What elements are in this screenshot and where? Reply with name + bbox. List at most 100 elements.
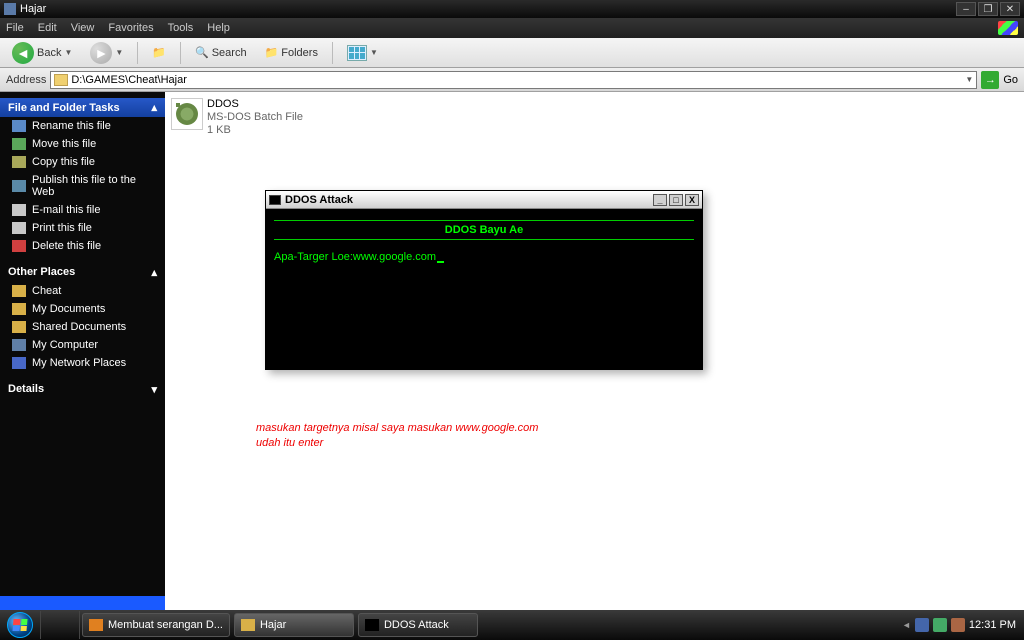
place-item[interactable]: My Documents <box>0 300 165 318</box>
menu-view[interactable]: View <box>71 22 95 34</box>
expand-icon: ▾ <box>151 383 157 396</box>
chevron-down-icon: ▼ <box>115 48 123 57</box>
task-label: Rename this file <box>32 120 111 132</box>
place-item[interactable]: My Computer <box>0 336 165 354</box>
place-item[interactable]: Cheat <box>0 282 165 300</box>
address-label: Address <box>6 74 46 86</box>
tasks-header[interactable]: File and Folder Tasks ▴ <box>0 98 165 117</box>
cmd-body[interactable]: DDOS Bayu Ae Apa-Targer Loe:www.google.c… <box>266 209 702 369</box>
place-icon <box>12 285 26 297</box>
separator <box>137 42 138 64</box>
task-item[interactable]: Print this file <box>0 219 165 237</box>
tray-icon[interactable] <box>951 618 965 632</box>
up-button[interactable]: 📁 <box>146 44 172 61</box>
task-item[interactable]: Copy this file <box>0 153 165 171</box>
menu-edit[interactable]: Edit <box>38 22 57 34</box>
places-header[interactable]: Other Places ▴ <box>0 263 165 282</box>
tray-icon[interactable] <box>915 618 929 632</box>
window-titlebar: Hajar – ❐ ✕ <box>0 0 1024 18</box>
address-box[interactable]: ▼ <box>50 71 977 89</box>
chevron-down-icon: ▼ <box>64 48 72 57</box>
close-button[interactable]: ✕ <box>1000 2 1020 16</box>
collapse-icon: ▴ <box>151 266 157 279</box>
annotation-text: masukan targetnya misal saya masukan www… <box>256 421 538 451</box>
tray-expand-icon[interactable]: ◄ <box>902 620 911 630</box>
task-icon <box>12 180 26 192</box>
cmd-titlebar[interactable]: DDOS Attack _ □ X <box>266 191 702 209</box>
task-item[interactable]: Rename this file <box>0 117 165 135</box>
back-button[interactable]: ◄ Back ▼ <box>6 40 78 66</box>
place-icon <box>12 357 26 369</box>
menu-help[interactable]: Help <box>207 22 230 34</box>
place-label: Cheat <box>32 285 61 297</box>
toolbar: ◄ Back ▼ ► ▼ 📁 🔍Search 📁Folders ▼ <box>0 38 1024 68</box>
minimize-button[interactable]: – <box>956 2 976 16</box>
cmd-maximize-button[interactable]: □ <box>669 194 683 206</box>
task-item[interactable]: Publish this file to the Web <box>0 171 165 201</box>
search-button[interactable]: 🔍Search <box>189 44 253 61</box>
start-button[interactable] <box>0 610 40 640</box>
place-icon <box>12 303 26 315</box>
taskbar-item[interactable]: Membuat serangan D... <box>82 613 230 637</box>
batch-file-icon <box>171 98 203 130</box>
cmd-banner: DDOS Bayu Ae <box>274 224 694 236</box>
place-label: Shared Documents <box>32 321 126 333</box>
place-icon <box>12 321 26 333</box>
back-arrow-icon: ◄ <box>12 42 34 64</box>
collapse-icon: ▴ <box>151 101 157 114</box>
task-icon <box>12 222 26 234</box>
task-icon <box>12 120 26 132</box>
file-type: MS-DOS Batch File <box>207 111 303 124</box>
go-button[interactable]: → <box>981 71 999 89</box>
views-button[interactable]: ▼ <box>341 43 384 63</box>
annotation-line1: masukan targetnya misal saya masukan www… <box>256 421 538 436</box>
details-header[interactable]: Details▾ <box>0 380 165 399</box>
file-size: 1 KB <box>207 124 303 137</box>
cmd-minimize-button[interactable]: _ <box>653 194 667 206</box>
cmd-title: DDOS Attack <box>285 194 649 206</box>
taskbar-item[interactable]: Hajar <box>234 613 354 637</box>
place-item[interactable]: Shared Documents <box>0 318 165 336</box>
task-item[interactable]: Delete this file <box>0 237 165 255</box>
tray-icon[interactable] <box>933 618 947 632</box>
task-app-icon <box>365 619 379 631</box>
cmd-close-button[interactable]: X <box>685 194 699 206</box>
cmd-divider <box>274 220 694 221</box>
menu-file[interactable]: File <box>6 22 24 34</box>
forward-button[interactable]: ► ▼ <box>84 40 129 66</box>
task-icon <box>12 204 26 216</box>
windows-flag-icon <box>998 21 1018 35</box>
file-item[interactable]: DDOS MS-DOS Batch File 1 KB <box>169 96 369 139</box>
task-item[interactable]: E-mail this file <box>0 201 165 219</box>
maximize-button[interactable]: ❐ <box>978 2 998 16</box>
task-icon <box>12 138 26 150</box>
chevron-down-icon: ▼ <box>370 48 378 57</box>
place-icon <box>12 339 26 351</box>
place-label: My Documents <box>32 303 105 315</box>
task-label: Membuat serangan D... <box>108 619 223 631</box>
task-label: Print this file <box>32 222 92 234</box>
place-item[interactable]: My Network Places <box>0 354 165 372</box>
places-header-label: Other Places <box>8 266 75 279</box>
sidebar-accent <box>0 596 165 610</box>
taskbar: Membuat serangan D...HajarDDOS Attack ◄ … <box>0 610 1024 640</box>
task-icon <box>12 156 26 168</box>
chevron-down-icon[interactable]: ▼ <box>965 75 973 84</box>
menu-tools[interactable]: Tools <box>168 22 194 34</box>
menu-favorites[interactable]: Favorites <box>108 22 153 34</box>
folders-button[interactable]: 📁Folders <box>259 44 324 61</box>
file-text: DDOS MS-DOS Batch File 1 KB <box>207 98 303 137</box>
quick-launch[interactable] <box>40 611 80 639</box>
tasks-header-label: File and Folder Tasks <box>8 102 120 114</box>
task-app-icon <box>241 619 255 631</box>
address-input[interactable] <box>71 74 962 86</box>
cmd-divider <box>274 239 694 240</box>
clock[interactable]: 12:31 PM <box>969 619 1016 631</box>
folder-up-icon: 📁 <box>152 46 166 59</box>
menu-bar: File Edit View Favorites Tools Help <box>0 18 1024 38</box>
window-controls: – ❐ ✕ <box>956 2 1020 16</box>
folder-icon <box>4 3 16 15</box>
taskbar-item[interactable]: DDOS Attack <box>358 613 478 637</box>
file-name: DDOS <box>207 98 303 111</box>
task-item[interactable]: Move this file <box>0 135 165 153</box>
